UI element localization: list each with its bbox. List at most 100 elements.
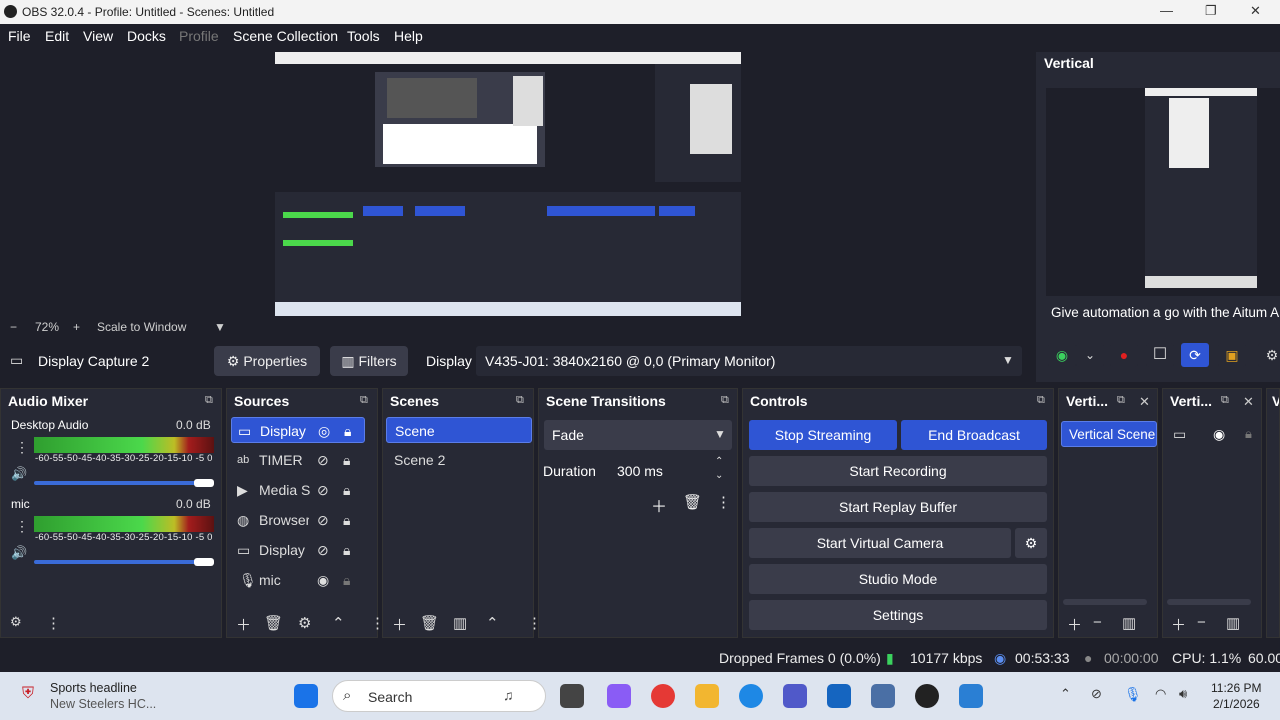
remove-icon[interactable]: − [1093,614,1102,631]
add-icon[interactable]: ＋ [392,614,407,635]
task-view-icon[interactable] [560,684,584,708]
spin-down-icon[interactable]: ⌄ [715,470,723,481]
lock-icon[interactable]: 🔒︎ [343,537,350,563]
source-item[interactable]: ▭ Display ⊘ 🔒︎ [231,537,365,563]
file-explorer-icon[interactable] [695,684,719,708]
teams-icon[interactable] [783,684,807,708]
microphone-icon[interactable]: 🎙︎ [1124,686,1142,703]
close-icon[interactable]: ✕ [1139,394,1150,410]
start-virtual-camera-button[interactable]: Start Virtual Camera [749,528,1011,558]
news-title[interactable]: Sports headline [50,681,137,695]
source-item[interactable]: ▭ Display ◎ 🔒︎ [231,417,365,443]
source-item[interactable]: ◍ Browser ⊘ 🔒︎ [231,507,365,533]
add-icon[interactable]: ＋ [236,614,251,635]
duration-spinbox[interactable]: 300 ms ⌃ ⌄ [603,456,731,486]
obs-taskbar-icon[interactable] [915,684,939,708]
lock-icon[interactable]: 🔒︎ [344,418,351,444]
volume-slider[interactable] [34,481,214,485]
chevron-up-icon[interactable]: ⌃ [1060,686,1071,702]
chevron-up-icon[interactable]: ⌃ [332,614,345,632]
kebab-menu-icon[interactable]: ⋮ [46,614,61,632]
start-replay-buffer-button[interactable]: Start Replay Buffer [749,492,1047,522]
kebab-menu-icon[interactable]: ⋮ [716,493,731,511]
eye-icon[interactable]: ◉ [317,567,329,593]
news-subtitle[interactable]: New Steelers HC... [50,697,156,711]
virtual-camera-settings-button[interactable]: ⚙ [1015,528,1047,558]
lock-icon[interactable]: 🔒︎ [343,507,350,533]
taskbar-search[interactable]: ⌕ Search ♫ [332,680,546,712]
eye-slash-icon[interactable]: ◎ [318,418,330,444]
zoom-in-button[interactable]: + [73,320,80,334]
source-item[interactable]: ▶ Media S ⊘ 🔒︎ [231,477,365,503]
source-item[interactable]: 🎙︎ mic ◉ 🔒︎ [231,567,365,593]
scene-item[interactable]: Scene [386,417,532,443]
eye-slash-icon[interactable]: ⊘ [317,447,329,473]
add-icon[interactable]: ＋ [1171,614,1186,635]
lock-icon[interactable]: 🔒︎ [1245,426,1252,442]
float-icon[interactable]: ⧉ [721,394,729,407]
copilot-icon[interactable] [607,684,631,708]
scrollbar[interactable] [1063,599,1147,605]
close-icon[interactable]: ✕ [1250,3,1261,19]
end-broadcast-button[interactable]: End Broadcast [901,420,1047,450]
trash-icon[interactable]: 🗑︎ [683,493,702,511]
add-icon[interactable]: ＋ [1067,614,1082,635]
float-icon[interactable]: ⧉ [1037,394,1045,407]
filter-icon[interactable]: ▥ [453,614,467,632]
menu-tools[interactable]: Tools [347,28,380,44]
filter-icon[interactable]: ▥ [1122,614,1136,632]
menu-help[interactable]: Help [394,28,423,44]
menu-file[interactable]: File [8,28,31,44]
eye-icon[interactable]: ◉ [1213,426,1225,443]
eye-slash-icon[interactable]: ⊘ [317,477,329,503]
virtual-camera-icon[interactable]: ▣ [1218,343,1246,367]
restore-icon[interactable]: ❐ [1205,3,1217,19]
properties-button[interactable]: ⚙ Properties [214,346,320,376]
float-icon[interactable]: ⧉ [205,394,213,407]
chevron-down-icon[interactable]: ⌄ [1076,343,1104,367]
studio-mode-button[interactable]: Studio Mode [749,564,1047,594]
gear-icon[interactable]: ⚙ [1258,343,1280,367]
menu-view[interactable]: View [83,28,113,44]
display-select[interactable]: V435-J01: 3840x2160 @ 0,0 (Primary Monit… [476,346,1022,376]
preview-canvas[interactable] [275,52,741,316]
float-icon[interactable]: ⧉ [1117,394,1125,407]
app-icon[interactable] [871,684,895,708]
kebab-menu-icon[interactable]: ⋮ [15,518,29,535]
stream-icon[interactable]: ◉ [1048,343,1076,367]
trash-icon[interactable]: 🗑︎ [264,614,283,632]
volume-icon[interactable]: 🔊︎ [1179,686,1187,702]
menu-scene-collection[interactable]: Scene Collection [233,28,338,44]
remove-icon[interactable]: − [1197,614,1206,631]
start-recording-button[interactable]: Start Recording [749,456,1047,486]
gear-icon[interactable]: ⚙ [298,614,311,632]
menu-edit[interactable]: Edit [45,28,69,44]
add-icon[interactable]: ＋ [651,493,667,517]
replay-icon[interactable]: ⟳ [1181,343,1209,367]
lock-icon[interactable]: 🔒︎ [343,447,350,473]
chevron-down-icon[interactable]: ▼ [214,320,226,334]
close-icon[interactable]: ✕ [1243,394,1254,410]
spin-up-icon[interactable]: ⌃ [715,456,723,467]
chevron-up-icon[interactable]: ⌃ [486,614,499,632]
clock-date[interactable]: 2/1/2026 [1213,697,1260,711]
clock-time[interactable]: 11:26 PM [1211,681,1261,695]
stop-icon[interactable]: ☐ [1146,343,1174,367]
photos-icon[interactable] [959,684,983,708]
lock-icon[interactable]: 🔒︎ [343,477,350,503]
advanced-audio-icon[interactable]: ⚙ [10,614,22,630]
record-icon[interactable]: ● [1110,343,1138,367]
speaker-icon[interactable]: 🔊 [11,545,27,561]
menu-profile[interactable]: Profile [179,28,219,44]
eye-slash-icon[interactable]: ⊘ [317,507,329,533]
store-icon[interactable] [827,684,851,708]
volume-slider-knob[interactable] [194,558,214,566]
volume-slider-knob[interactable] [194,479,214,487]
zoom-out-button[interactable]: − [10,320,17,334]
edge-icon[interactable] [739,684,763,708]
filters-button[interactable]: ▥ Filters [330,346,408,376]
wifi-icon[interactable]: ◠ [1155,686,1166,702]
vertical-scene-item[interactable]: Vertical Scene [1061,421,1157,447]
float-icon[interactable]: ⧉ [1221,394,1229,407]
scrollbar[interactable] [1167,599,1251,605]
